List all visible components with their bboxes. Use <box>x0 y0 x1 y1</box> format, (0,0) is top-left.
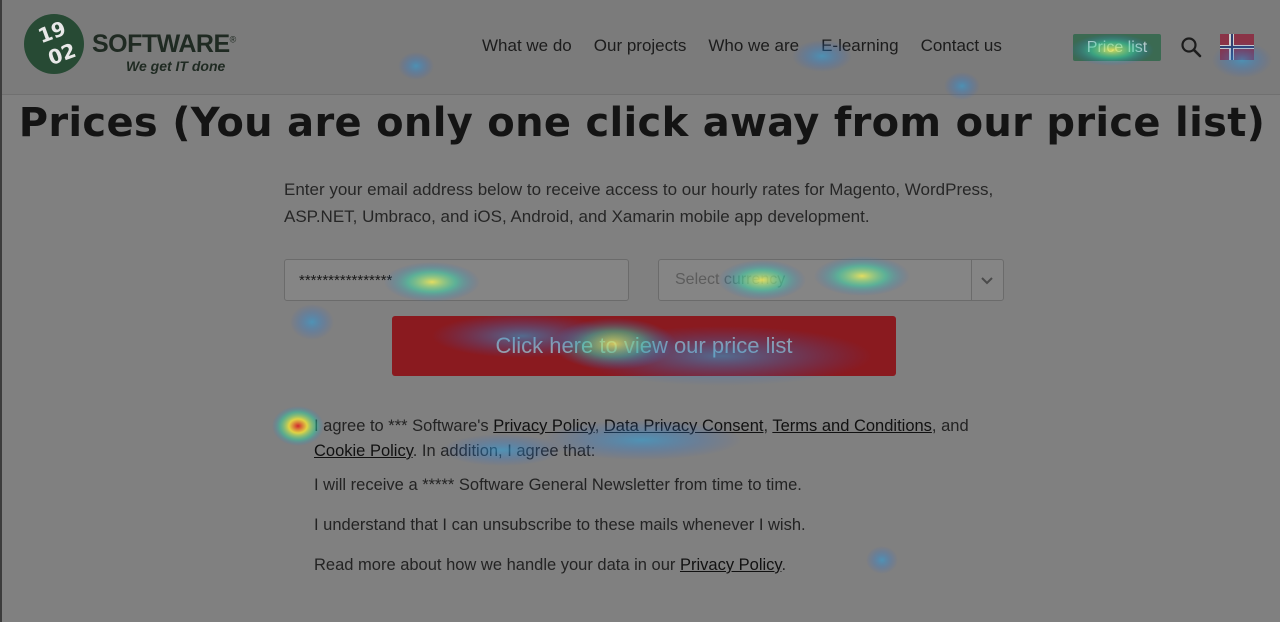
nav-contact-us[interactable]: Contact us <box>921 36 1002 60</box>
currency-placeholder: Select currency <box>675 271 786 288</box>
search-icon[interactable] <box>1180 36 1202 58</box>
site-header: 19 02 SOFTWARE® We get IT done What we d… <box>2 0 1280 95</box>
read-more-privacy-policy-link[interactable]: Privacy Policy <box>680 556 781 574</box>
logo-wordmark: SOFTWARE® <box>92 30 236 58</box>
danish-flag-icon[interactable] <box>1220 34 1254 60</box>
company-logo[interactable]: 19 02 SOFTWARE® We get IT done <box>24 14 244 78</box>
page: 19 02 SOFTWARE® We get IT done What we d… <box>0 0 1280 622</box>
nav-who-we-are[interactable]: Who we are <box>708 36 799 60</box>
newsletter-text: I will receive a ***** Software General … <box>314 476 802 494</box>
nav-what-we-do[interactable]: What we do <box>482 36 572 60</box>
intro-text: Enter your email address below to receiv… <box>284 180 994 226</box>
logo-mark: 19 02 <box>24 14 84 74</box>
select-divider <box>971 260 972 300</box>
terms-and-conditions-link[interactable]: Terms and Conditions <box>772 417 932 435</box>
logo-tagline: We get IT done <box>126 58 226 74</box>
cookie-policy-link[interactable]: Cookie Policy <box>314 442 413 460</box>
nav-our-projects[interactable]: Our projects <box>594 36 687 60</box>
nav-e-learning[interactable]: E-learning <box>821 36 899 60</box>
main-nav: What we do Our projects Who we are E-lea… <box>482 36 1024 60</box>
data-privacy-consent-link[interactable]: Data Privacy Consent <box>604 417 764 435</box>
view-price-list-button[interactable]: Click here to view our price list <box>392 316 896 376</box>
consent-text: I agree to *** Software's Privacy Policy… <box>314 417 969 460</box>
price-list-button[interactable]: Price list <box>1073 34 1161 61</box>
consent-prefix: I agree to *** Software's <box>314 417 494 435</box>
email-field[interactable] <box>284 259 629 301</box>
chevron-down-icon <box>979 272 995 288</box>
privacy-policy-link[interactable]: Privacy Policy <box>493 417 594 435</box>
unsubscribe-text: I understand that I can unsubscribe to t… <box>314 516 806 534</box>
page-title: Prices (You are only one click away from… <box>18 100 1266 146</box>
currency-select[interactable]: Select currency <box>658 259 1004 301</box>
read-more-text: Read more about how we handle your data … <box>314 556 787 574</box>
